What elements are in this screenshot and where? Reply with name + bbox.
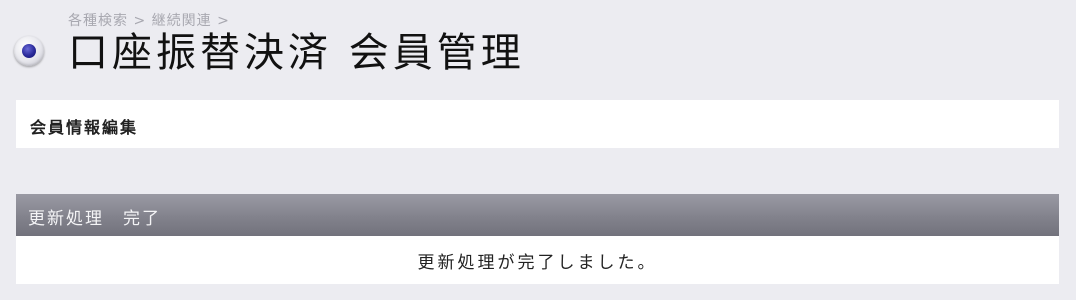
breadcrumb[interactable]: 各種検索 > 継続関連 > [68,10,230,30]
page-header: 各種検索 > 継続関連 > 口座振替決済 会員管理 [14,8,1054,78]
update-result-section: 更新処理 完了 更新処理が完了しました。 [16,194,1059,284]
update-result-header: 更新処理 完了 [16,194,1059,236]
member-edit-panel: 会員情報編集 [16,100,1059,148]
update-result-body: 更新処理が完了しました。 [16,236,1059,284]
page-title: 口座振替決済 会員管理 [68,30,525,76]
update-result-title: 更新処理 完了 [28,209,161,229]
bullet-dot [22,44,36,58]
update-complete-message: 更新処理が完了しました。 [417,252,658,273]
radio-bullet-icon [14,36,44,66]
member-edit-label: 会員情報編集 [30,118,139,137]
